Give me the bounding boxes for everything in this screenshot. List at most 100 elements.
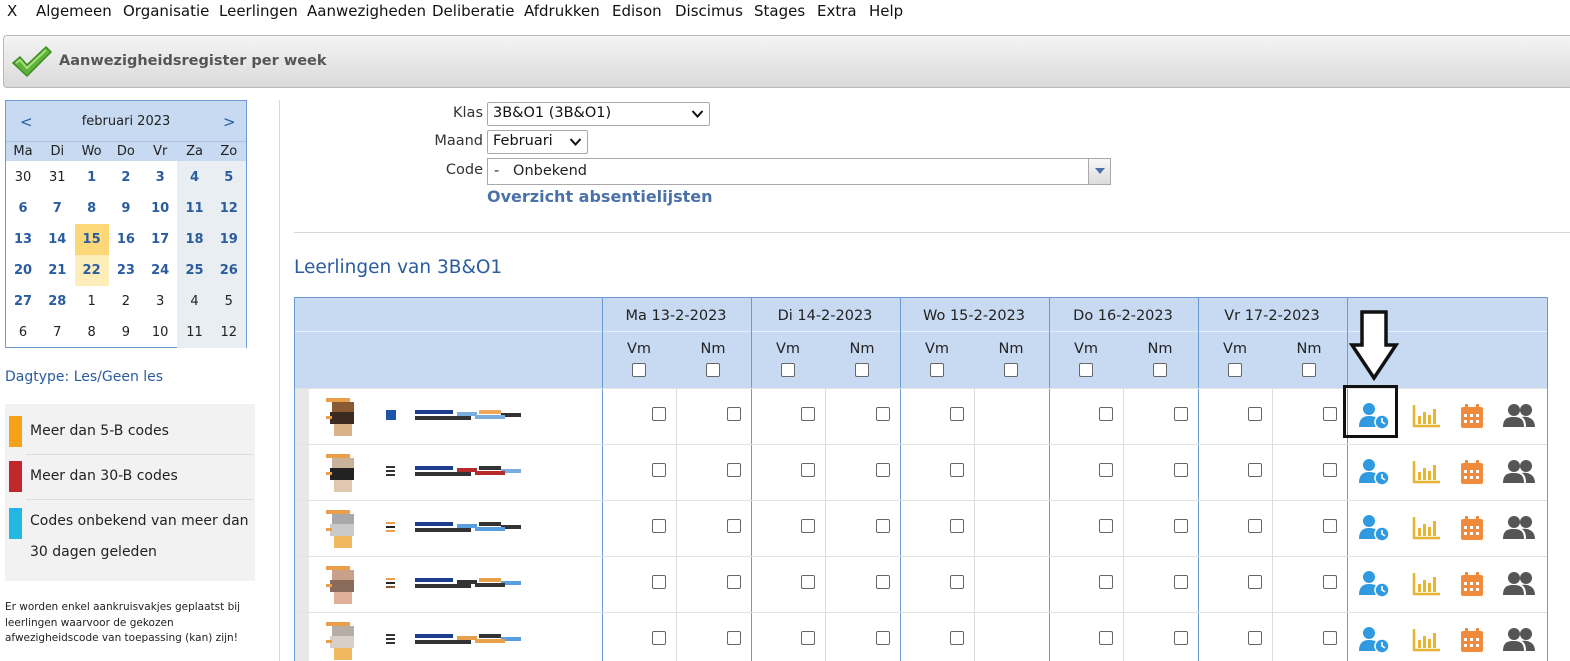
nm-checkbox[interactable] xyxy=(876,463,890,477)
vm-checkbox[interactable] xyxy=(801,463,815,477)
maand-select[interactable]: Februari xyxy=(487,130,588,154)
nm-checkbox[interactable] xyxy=(727,463,741,477)
vm-checkbox[interactable] xyxy=(1099,463,1113,477)
vm-checkbox[interactable] xyxy=(652,519,666,533)
calendar-day[interactable]: 27 xyxy=(6,286,40,317)
code-dropdown-button[interactable] xyxy=(1088,159,1110,184)
klas-select[interactable]: 3B&O1 (3B&O1) xyxy=(487,102,710,126)
nm-checkbox[interactable] xyxy=(1174,463,1188,477)
nm-checkbox[interactable] xyxy=(1323,575,1337,589)
code-select[interactable]: - Onbekend xyxy=(487,158,1111,185)
overzicht-absentielijsten-link[interactable]: Overzicht absentielijsten xyxy=(487,187,713,206)
calendar-day[interactable]: 24 xyxy=(143,255,177,286)
calendar-day[interactable]: 8 xyxy=(75,193,109,224)
select-all-vm-checkbox[interactable] xyxy=(1079,363,1093,377)
calendar-day[interactable]: 9 xyxy=(109,193,143,224)
calendar-day[interactable]: 28 xyxy=(40,286,74,317)
select-all-vm-checkbox[interactable] xyxy=(1228,363,1242,377)
select-all-nm-checkbox[interactable] xyxy=(706,363,720,377)
menu-item-organisatie[interactable]: Organisatie xyxy=(123,2,209,20)
calendar-icon[interactable] xyxy=(1455,402,1489,434)
vm-checkbox[interactable] xyxy=(950,463,964,477)
vm-checkbox[interactable] xyxy=(1248,575,1262,589)
select-all-vm-checkbox[interactable] xyxy=(781,363,795,377)
calendar-day[interactable]: 20 xyxy=(6,255,40,286)
vm-checkbox[interactable] xyxy=(801,519,815,533)
calendar-day[interactable]: 25 xyxy=(178,255,212,286)
users-icon[interactable] xyxy=(1502,514,1536,546)
nm-checkbox[interactable] xyxy=(876,631,890,645)
menu-item-afdrukken[interactable]: Afdrukken xyxy=(524,2,600,20)
calendar-day[interactable]: 7 xyxy=(40,193,74,224)
vm-checkbox[interactable] xyxy=(1248,519,1262,533)
student-photo[interactable] xyxy=(326,510,354,548)
select-all-nm-checkbox[interactable] xyxy=(1153,363,1167,377)
vm-checkbox[interactable] xyxy=(1099,631,1113,645)
vm-checkbox[interactable] xyxy=(652,463,666,477)
nm-checkbox[interactable] xyxy=(876,519,890,533)
vm-checkbox[interactable] xyxy=(950,407,964,421)
calendar-day[interactable]: 19 xyxy=(212,224,246,255)
select-all-nm-checkbox[interactable] xyxy=(1302,363,1316,377)
calendar-icon[interactable] xyxy=(1455,570,1489,602)
calendar-day[interactable]: 3 xyxy=(143,162,177,193)
menu-item-leerlingen[interactable]: Leerlingen xyxy=(219,2,298,20)
calendar-day[interactable]: 2 xyxy=(109,162,143,193)
menu-item-deliberatie[interactable]: Deliberatie xyxy=(432,2,515,20)
menu-item-algemeen[interactable]: Algemeen xyxy=(36,2,112,20)
nm-checkbox[interactable] xyxy=(727,631,741,645)
bar-chart-icon[interactable] xyxy=(1410,570,1444,602)
menu-item-extra[interactable]: Extra xyxy=(817,2,857,20)
select-all-vm-checkbox[interactable] xyxy=(930,363,944,377)
calendar-day[interactable]: 1 xyxy=(75,162,109,193)
student-photo[interactable] xyxy=(326,566,354,604)
calendar-icon[interactable] xyxy=(1455,514,1489,546)
bar-chart-icon[interactable] xyxy=(1410,626,1444,658)
bar-chart-icon[interactable] xyxy=(1410,402,1444,434)
vm-checkbox[interactable] xyxy=(801,631,815,645)
nm-checkbox[interactable] xyxy=(1323,519,1337,533)
nm-checkbox[interactable] xyxy=(1323,463,1337,477)
calendar-day[interactable]: 17 xyxy=(143,224,177,255)
vm-checkbox[interactable] xyxy=(652,407,666,421)
calendar-day[interactable]: 13 xyxy=(6,224,40,255)
vm-checkbox[interactable] xyxy=(652,631,666,645)
nm-checkbox[interactable] xyxy=(1174,575,1188,589)
calendar-day[interactable]: 11 xyxy=(178,193,212,224)
nm-checkbox[interactable] xyxy=(876,575,890,589)
calendar-day[interactable]: 15 xyxy=(74,224,109,255)
student-name[interactable] xyxy=(415,522,527,534)
calendar-day[interactable]: 21 xyxy=(40,255,74,286)
vm-checkbox[interactable] xyxy=(1099,407,1113,421)
student-photo[interactable] xyxy=(326,398,354,436)
vm-checkbox[interactable] xyxy=(801,407,815,421)
calendar-day[interactable]: 5 xyxy=(212,162,246,193)
select-all-nm-checkbox[interactable] xyxy=(1004,363,1018,377)
calendar-icon[interactable] xyxy=(1455,458,1489,490)
vm-checkbox[interactable] xyxy=(1248,407,1262,421)
user-clock-icon[interactable] xyxy=(1358,626,1392,658)
bar-chart-icon[interactable] xyxy=(1410,514,1444,546)
menu-item-stages[interactable]: Stages xyxy=(754,2,805,20)
student-name[interactable] xyxy=(415,578,527,590)
select-all-nm-checkbox[interactable] xyxy=(855,363,869,377)
user-clock-icon[interactable] xyxy=(1358,570,1392,602)
calendar-day[interactable]: 16 xyxy=(109,224,143,255)
calendar-day[interactable]: 18 xyxy=(178,224,212,255)
student-name[interactable] xyxy=(415,410,527,422)
student-photo[interactable] xyxy=(326,454,354,492)
calendar-day[interactable]: 4 xyxy=(178,162,212,193)
calendar-day[interactable]: 10 xyxy=(143,193,177,224)
nm-checkbox[interactable] xyxy=(727,407,741,421)
calendar-day[interactable]: 22 xyxy=(74,255,109,286)
vm-checkbox[interactable] xyxy=(950,631,964,645)
calendar-day[interactable]: 23 xyxy=(109,255,143,286)
vm-checkbox[interactable] xyxy=(1099,575,1113,589)
menu-item-edison[interactable]: Edison xyxy=(612,2,662,20)
bar-chart-icon[interactable] xyxy=(1410,458,1444,490)
vm-checkbox[interactable] xyxy=(1248,463,1262,477)
menu-item-help[interactable]: Help xyxy=(869,2,903,20)
student-name[interactable] xyxy=(415,634,527,646)
calendar-day[interactable]: 6 xyxy=(6,193,40,224)
vm-checkbox[interactable] xyxy=(1248,631,1262,645)
